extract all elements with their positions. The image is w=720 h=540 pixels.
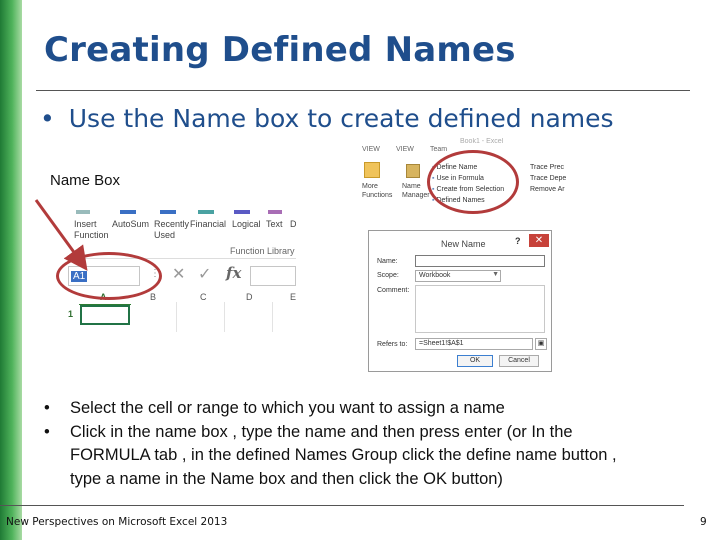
define-name-highlight-oval xyxy=(427,150,519,214)
financial-button[interactable]: Financial xyxy=(190,219,226,230)
scope-value: Workbook xyxy=(419,272,451,279)
window-title: Book1 - Excel xyxy=(460,138,504,145)
instruction-item: Select the cell or range to which you wa… xyxy=(44,397,644,421)
refers-to-label: Refers to: xyxy=(377,341,408,348)
column-header-b[interactable]: B xyxy=(150,292,156,302)
scope-label: Scope: xyxy=(377,272,399,279)
text-icon[interactable] xyxy=(268,210,282,214)
name-manager-icon[interactable] xyxy=(406,164,420,178)
logical-icon[interactable] xyxy=(234,210,250,214)
footer-text: New Perspectives on Microsoft Excel 2013 xyxy=(6,516,228,528)
column-header-d[interactable]: D xyxy=(246,292,253,302)
date-time-button[interactable]: D xyxy=(290,219,296,230)
formula-bar-input[interactable] xyxy=(250,266,296,286)
instruction-item: Click in the name box , type the name an… xyxy=(44,421,644,492)
recently-used-icon[interactable] xyxy=(160,210,176,214)
gridline xyxy=(176,302,177,332)
collapse-dialog-icon[interactable]: ▣ xyxy=(535,338,547,350)
bullet-dot: • xyxy=(40,104,55,133)
footer-divider xyxy=(0,505,684,506)
chevron-down-icon[interactable]: ▼ xyxy=(492,271,499,278)
insert-function-icon[interactable] xyxy=(76,210,90,214)
formula-auditing-group: Trace Prec Trace Depe Remove Ar xyxy=(530,162,566,195)
name-label: Name: xyxy=(377,258,398,265)
main-bullet: • Use the Name box to create defined name… xyxy=(40,104,614,133)
instruction-list: Select the cell or range to which you wa… xyxy=(44,397,644,491)
scope-select[interactable]: Workbook ▼ xyxy=(415,270,501,282)
main-bullet-text: Use the Name box to create defined names xyxy=(68,104,614,133)
comment-label: Comment: xyxy=(377,287,410,294)
dialog-title: New Name xyxy=(441,239,486,249)
cell-a1-selected[interactable] xyxy=(80,305,130,325)
name-box-caption: Name Box xyxy=(50,172,121,189)
trace-precedents-button[interactable]: Trace Prec xyxy=(530,162,566,173)
column-header-e[interactable]: E xyxy=(290,292,296,302)
logical-button[interactable]: Logical xyxy=(232,219,261,230)
ok-button[interactable]: OK xyxy=(457,355,493,367)
enter-check-icon[interactable]: ✓ xyxy=(198,264,211,284)
row-header-1[interactable]: 1 xyxy=(68,309,73,319)
refers-to-field[interactable]: =Sheet1!$A$1 xyxy=(415,338,533,350)
page-number: 9 xyxy=(700,516,707,528)
gridline xyxy=(272,302,273,332)
trace-dependents-button[interactable]: Trace Depe xyxy=(530,173,566,184)
column-header-c[interactable]: C xyxy=(200,292,207,302)
insert-function-fx-icon[interactable]: fx xyxy=(226,264,241,282)
name-manager-button[interactable]: Name Manager xyxy=(402,182,430,200)
financial-icon[interactable] xyxy=(198,210,214,214)
recently-used-button[interactable]: Recently Used xyxy=(154,219,189,241)
cancel-icon[interactable]: ✕ xyxy=(172,264,185,284)
autosum-icon[interactable] xyxy=(120,210,136,214)
tab-team[interactable]: Team xyxy=(430,146,447,153)
new-name-dialog: New Name ? ✕ Name: Scope: Workbook ▼ Com… xyxy=(368,230,552,372)
cancel-button[interactable]: Cancel xyxy=(499,355,539,367)
text-button[interactable]: Text xyxy=(266,219,283,230)
more-functions-icon[interactable] xyxy=(364,162,380,178)
function-library-label: Function Library xyxy=(230,246,295,256)
slide-title: Creating Defined Names xyxy=(44,30,516,70)
remove-arrows-button[interactable]: Remove Ar xyxy=(530,184,566,195)
close-icon[interactable]: ✕ xyxy=(529,234,549,247)
comment-field[interactable] xyxy=(415,285,545,333)
autosum-button[interactable]: AutoSum xyxy=(112,219,149,230)
more-functions-button[interactable]: More Functions xyxy=(362,182,392,200)
title-divider xyxy=(36,90,690,91)
name-box-highlight-oval xyxy=(56,252,162,300)
insert-function-button[interactable]: Insert Function xyxy=(74,219,109,241)
help-icon[interactable]: ? xyxy=(515,236,521,246)
gridline xyxy=(224,302,225,332)
green-side-bar xyxy=(0,0,22,540)
tab-view-2[interactable]: VIEW xyxy=(396,146,414,153)
name-field[interactable] xyxy=(415,255,545,267)
tab-view-1[interactable]: VIEW xyxy=(362,146,380,153)
